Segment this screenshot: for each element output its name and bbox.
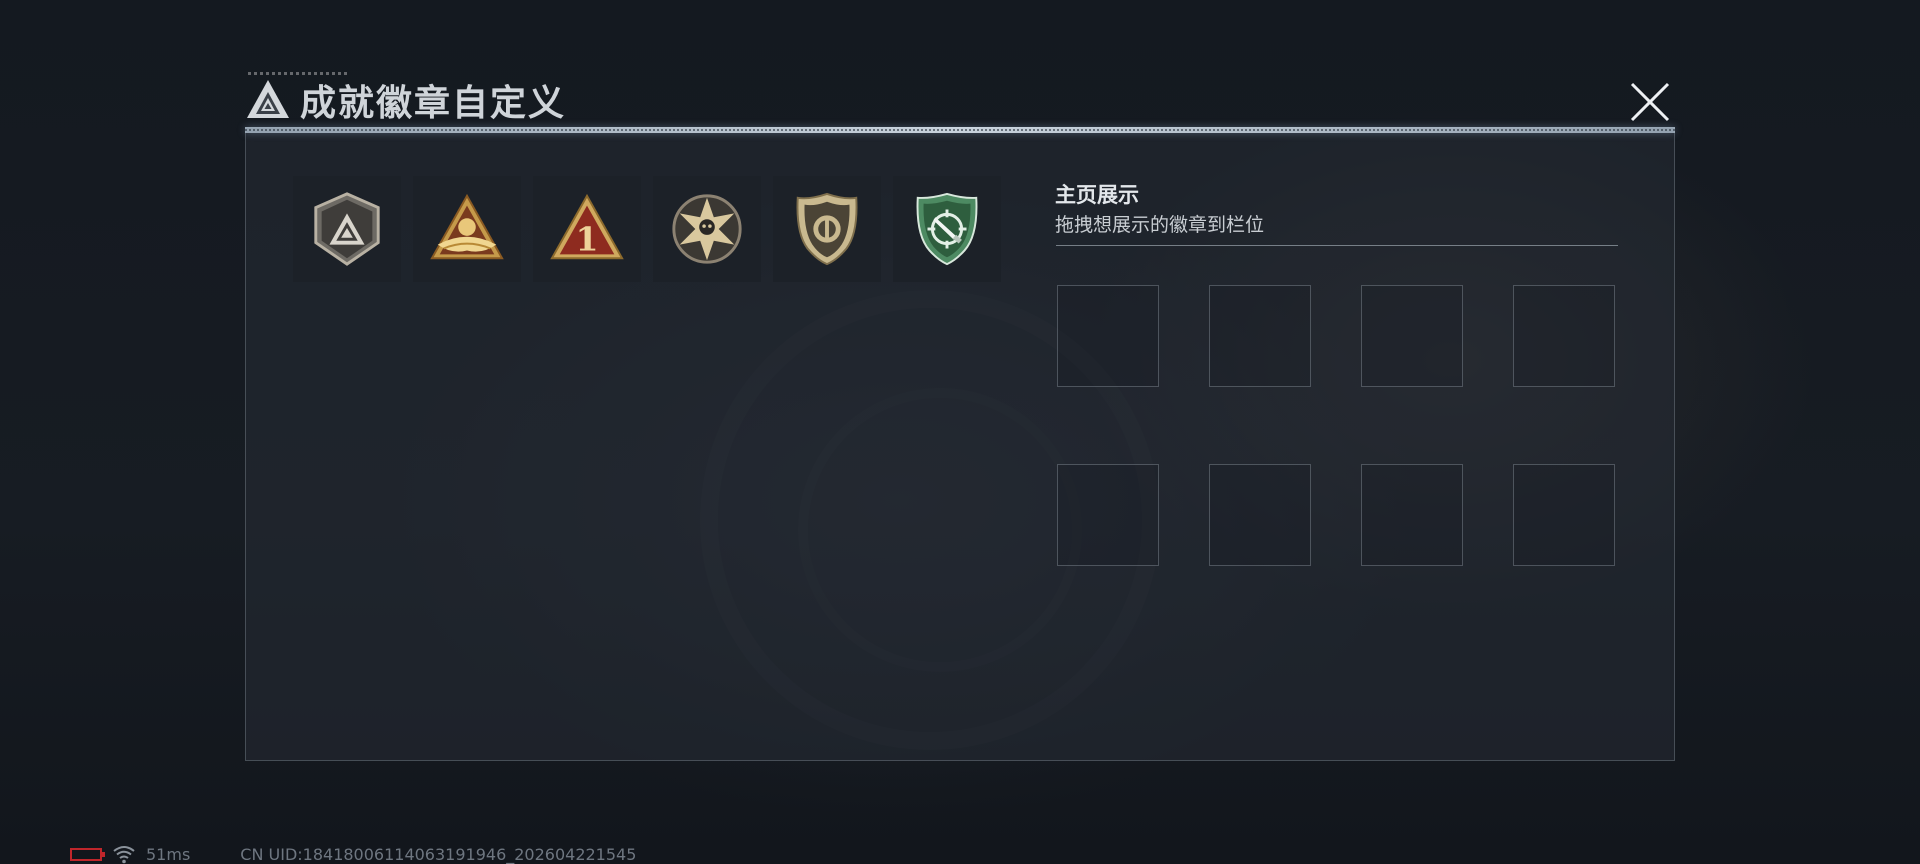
wifi-icon	[113, 846, 135, 864]
showcase-slot[interactable]	[1361, 285, 1463, 387]
ping-value: 51ms	[146, 844, 191, 864]
shield-triangle-icon	[314, 192, 380, 266]
dialog-header: 成就徽章自定义	[246, 74, 566, 126]
battery-icon	[70, 847, 105, 861]
knife-crosshair-icon	[916, 192, 978, 266]
user-uid: CN UID:18418006114063191946_202604221545	[240, 844, 637, 864]
showcase-title: 主页展示	[1055, 183, 1139, 207]
showcase-slot[interactable]	[1057, 285, 1159, 387]
showcase-slot[interactable]	[1209, 285, 1311, 387]
number-one-triangle-icon: 1	[550, 193, 624, 260]
panel-top-bar	[245, 127, 1675, 133]
close-button[interactable]	[1626, 78, 1674, 126]
showcase-slot[interactable]	[1057, 464, 1159, 566]
badge-item[interactable]: 1	[533, 176, 641, 282]
showcase-slot[interactable]	[1209, 464, 1311, 566]
showcase-hint: 拖拽想展示的徽章到栏位	[1055, 214, 1265, 236]
wings-triangle-icon	[430, 193, 504, 260]
badge-item[interactable]	[893, 176, 1001, 282]
svg-text:1: 1	[575, 219, 598, 258]
police-shield-icon	[796, 192, 858, 266]
showcase-slot[interactable]	[1513, 285, 1615, 387]
triangle-logo-icon	[247, 80, 289, 118]
showcase-slot[interactable]	[1361, 464, 1463, 566]
close-icon	[1630, 82, 1670, 122]
badge-item[interactable]	[413, 176, 521, 282]
dialog-title: 成就徽章自定义	[300, 83, 567, 124]
badge-item[interactable]	[293, 176, 401, 282]
showcase-slot[interactable]	[1513, 464, 1615, 566]
screen: 成就徽章自定义 1 主页展示 拖拽想展示的徽章到栏位 51ms CN UID:1…	[0, 0, 1920, 864]
badge-item[interactable]	[653, 176, 761, 282]
skull-star-icon	[672, 194, 742, 264]
status-bar: 51ms CN UID:18418006114063191946_2026042…	[70, 844, 636, 864]
badge-item[interactable]	[773, 176, 881, 282]
showcase-divider	[1056, 245, 1618, 246]
showcase-slot-grid	[1057, 285, 1619, 566]
badge-list: 1	[293, 176, 1001, 282]
